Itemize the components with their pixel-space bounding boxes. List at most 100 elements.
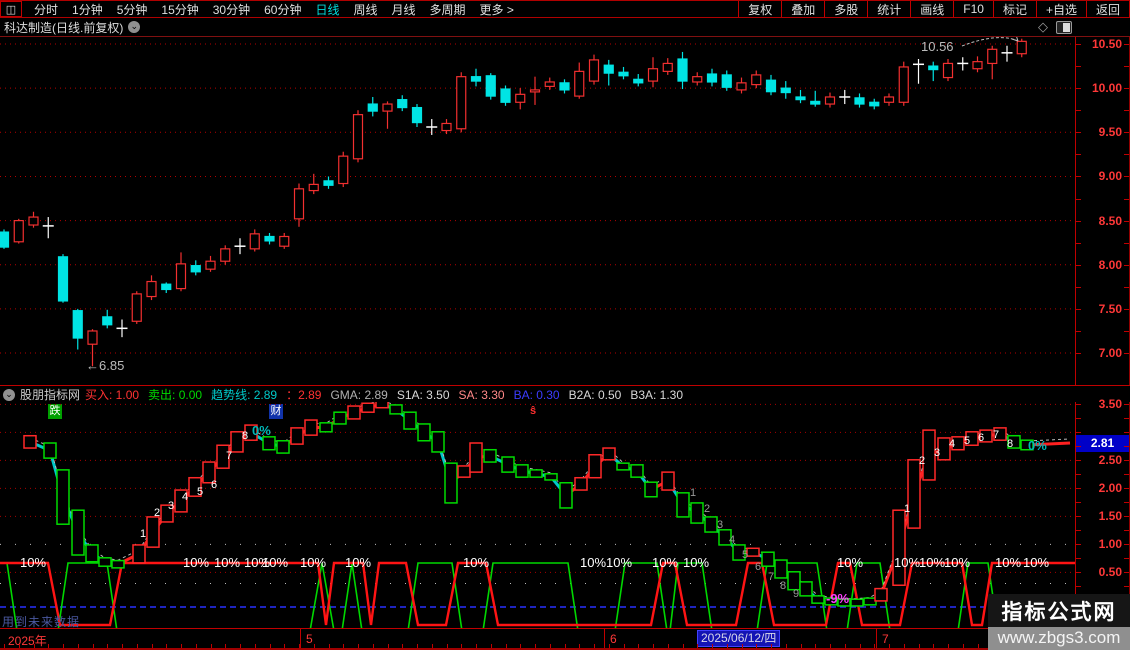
percent-label: 10% xyxy=(183,555,209,570)
candle xyxy=(928,61,939,82)
top-toolbar: ◫ 分时 1分钟 5分钟 15分钟 30分钟 60分钟 日线 周线 月线 多周期 更多 > 复权 叠加… xyxy=(0,0,1130,18)
date-tick xyxy=(63,644,64,648)
price-tick-label: 9.50 xyxy=(1098,125,1122,140)
candle xyxy=(161,282,172,294)
trend-step-box xyxy=(71,509,85,556)
step-number-label: 3 xyxy=(168,500,174,512)
action-item[interactable]: 画线 xyxy=(910,1,953,17)
candle xyxy=(456,72,467,133)
trend-step-box xyxy=(483,448,497,463)
layout-icon[interactable]: ◫ xyxy=(0,1,22,17)
candle xyxy=(0,229,10,249)
action-item[interactable]: 返回 xyxy=(1085,1,1130,17)
diamond-icon[interactable]: ◇ xyxy=(1038,19,1048,35)
axis-tick xyxy=(1124,353,1129,355)
app-window: ◫ 分时 1分钟 5分钟 15分钟 30分钟 60分钟 日线 周线 月线 多周期 更多 > 复权 叠加… xyxy=(0,0,1130,650)
period-item[interactable]: 5分钟 xyxy=(117,1,148,18)
date-tick xyxy=(594,644,595,648)
date-label: 2025年 xyxy=(8,634,47,648)
period-item[interactable]: 15分钟 xyxy=(161,1,198,18)
indicator-source[interactable]: 股朋指标网 xyxy=(15,386,80,403)
date-tick xyxy=(402,644,403,648)
action-item[interactable]: 标记 xyxy=(992,1,1036,17)
candle xyxy=(751,70,762,89)
indicator-field: 趋势线: 2.89 xyxy=(211,388,278,402)
price-tick-label: 9.00 xyxy=(1098,169,1122,184)
period-item[interactable]: 分时 xyxy=(34,1,58,18)
action-item[interactable]: F10 xyxy=(953,1,993,17)
date-tick xyxy=(756,644,757,648)
period-item[interactable]: 更多 > xyxy=(480,1,514,18)
date-tick xyxy=(255,644,256,648)
axis-tick xyxy=(1124,516,1129,518)
candle xyxy=(765,74,777,96)
price-tick-label: 8.50 xyxy=(1098,213,1122,228)
trend-step-box xyxy=(146,516,160,548)
date-tick xyxy=(34,644,35,648)
candle xyxy=(264,232,275,245)
period-item[interactable]: 1分钟 xyxy=(72,1,103,18)
date-tick xyxy=(19,644,20,648)
action-item[interactable]: +自选 xyxy=(1035,1,1086,17)
period-item[interactable]: 60分钟 xyxy=(264,1,301,18)
candle xyxy=(854,93,865,108)
step-number-label: 8 xyxy=(1007,438,1013,450)
period-item[interactable]: 周线 xyxy=(353,1,377,18)
percent-label: 10% xyxy=(944,555,970,570)
period-item[interactable]: 月线 xyxy=(392,1,416,18)
date-tick xyxy=(565,644,566,648)
action-item[interactable]: 多股 xyxy=(824,1,867,17)
axis-tick xyxy=(1076,488,1081,490)
axis-tick xyxy=(1076,66,1081,68)
indicator-pane[interactable]: 10% 10% 10% 10% 10% 10% 10% 10% 10% 10% 10% 10% 10% 1… xyxy=(0,402,1076,629)
trend-step-box xyxy=(98,557,112,567)
chevron-down-icon[interactable]: ⌄ xyxy=(3,388,15,401)
step-number-label: 2 xyxy=(704,503,710,515)
date-tick xyxy=(904,644,905,648)
percent-label: 10% xyxy=(606,555,632,570)
price-tick-label: 8.00 xyxy=(1098,257,1122,272)
percent-label: 10% xyxy=(463,555,489,570)
date-axis: 2025/06/12/四 2025年 5 6 7 xyxy=(0,628,1130,650)
candle xyxy=(957,57,969,71)
action-item[interactable]: 统计 xyxy=(867,1,910,17)
candle xyxy=(574,62,585,99)
price-tick-label: 10.00 xyxy=(1091,81,1122,96)
kline-chart: 10.56 ←6.85 xyxy=(0,37,1075,373)
step-number-label: 6 xyxy=(211,479,217,491)
window-icon[interactable] xyxy=(1056,20,1072,34)
period-item[interactable]: 30分钟 xyxy=(213,1,250,18)
candle xyxy=(603,59,614,86)
date-tick xyxy=(889,644,890,648)
step-number-label: 4 xyxy=(729,534,735,546)
date-tick xyxy=(373,644,374,648)
candle xyxy=(441,119,452,135)
axis-tick xyxy=(1076,544,1081,546)
date-tick xyxy=(225,644,226,648)
crosshair-date-badge: 2025/06/12/四 xyxy=(697,630,781,647)
action-item[interactable]: 复权 xyxy=(738,1,781,17)
date-tick xyxy=(358,644,359,648)
period-item[interactable]: 多周期 xyxy=(430,1,466,18)
date-tick xyxy=(948,644,949,648)
price-tick-label: 7.00 xyxy=(1098,346,1122,361)
candle xyxy=(205,255,216,272)
candle xyxy=(721,70,732,91)
price-tick-label: 10.50 xyxy=(1091,37,1122,51)
period-item[interactable]: 日线 xyxy=(315,1,339,18)
axis-tick xyxy=(1076,353,1081,355)
value-tick-label: 3.50 xyxy=(1098,397,1122,412)
date-tick xyxy=(137,644,138,648)
kline-pane[interactable]: 10.56 ←6.85 跌 财 ŝ xyxy=(0,37,1076,419)
candle xyxy=(647,57,659,88)
percent-label: 10% xyxy=(300,555,326,570)
axis-tick xyxy=(1076,530,1081,532)
step-number-label: 2 xyxy=(919,455,925,467)
action-item[interactable]: 叠加 xyxy=(781,1,824,17)
trend-step-box xyxy=(457,465,471,478)
candle xyxy=(72,308,83,350)
axis-tick xyxy=(1124,44,1129,45)
date-tick xyxy=(314,644,315,648)
chevron-down-icon[interactable]: ⌄ xyxy=(128,21,141,33)
candle xyxy=(352,110,364,163)
